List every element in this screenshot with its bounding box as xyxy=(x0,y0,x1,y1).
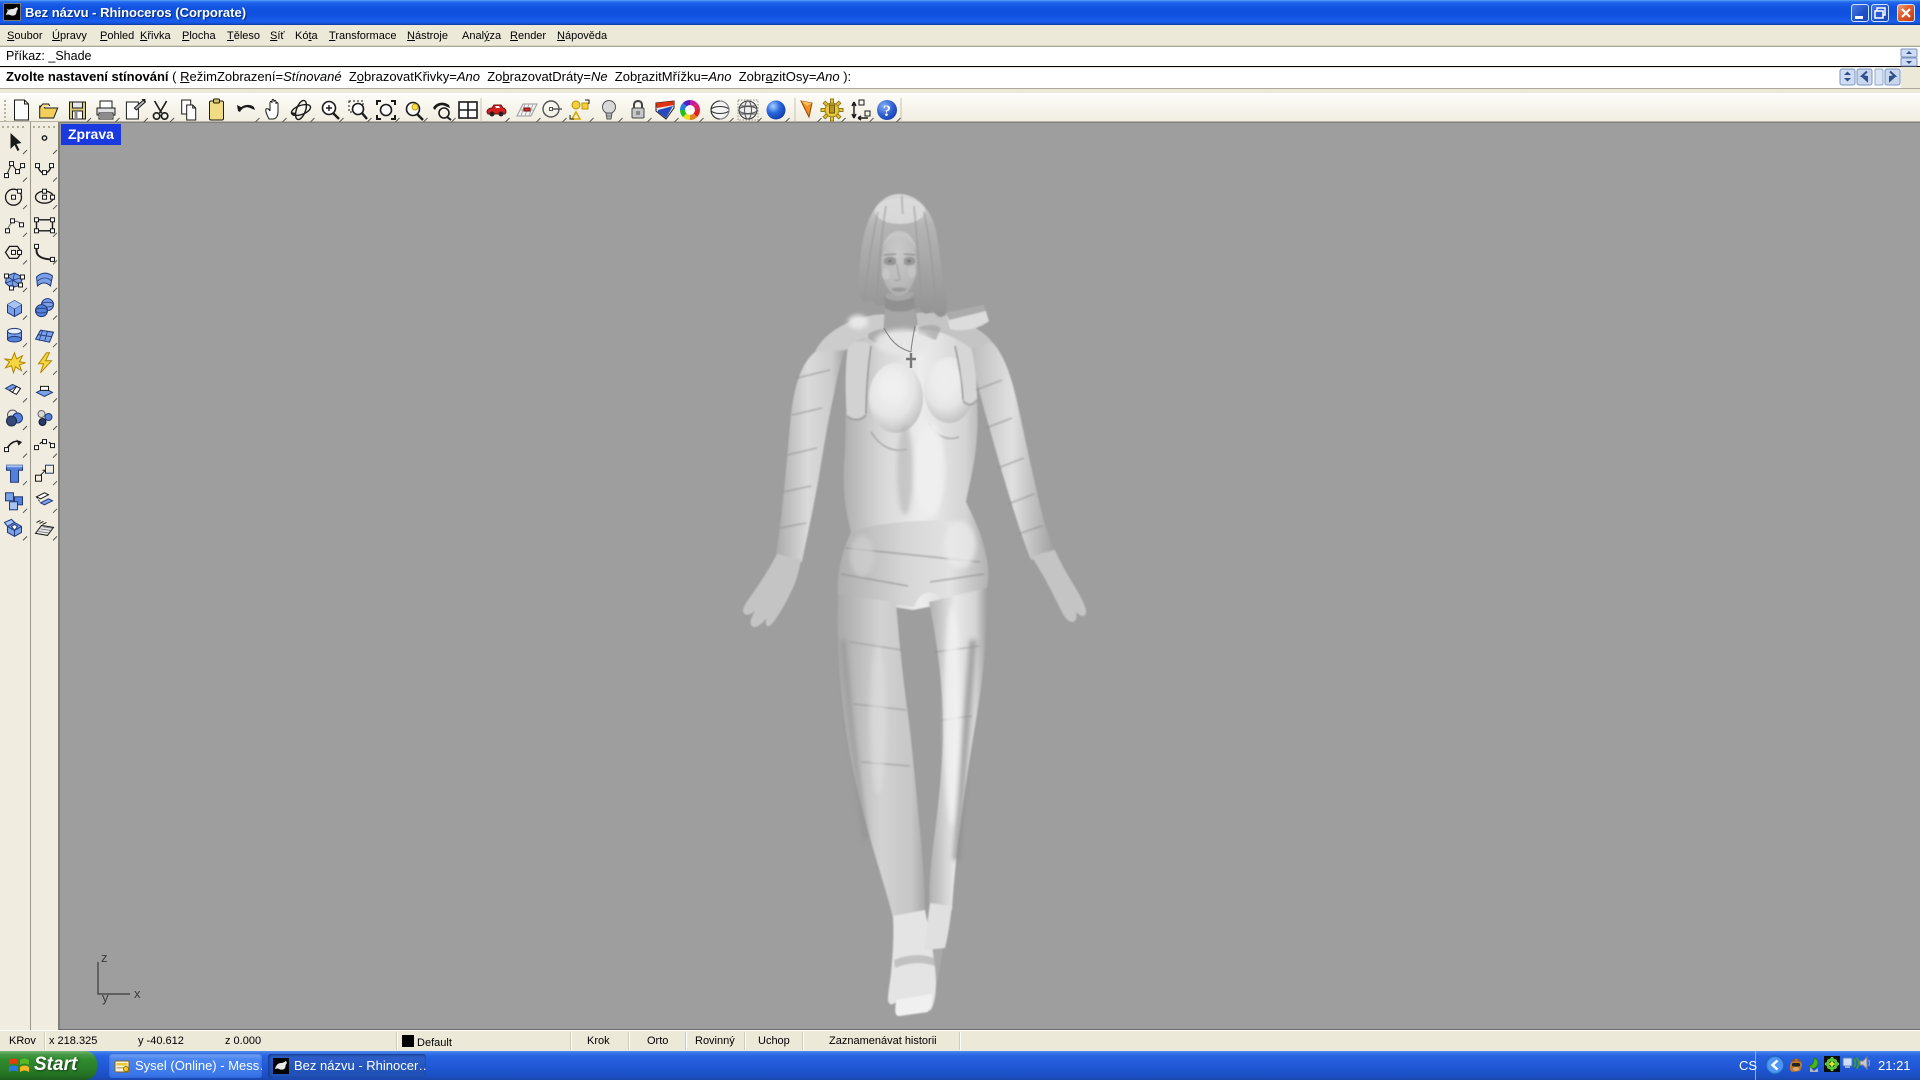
svg-text:x: x xyxy=(134,986,141,1001)
svg-text:y: y xyxy=(102,990,109,1005)
svg-text:?: ? xyxy=(883,103,891,120)
svg-text:z: z xyxy=(101,950,108,965)
